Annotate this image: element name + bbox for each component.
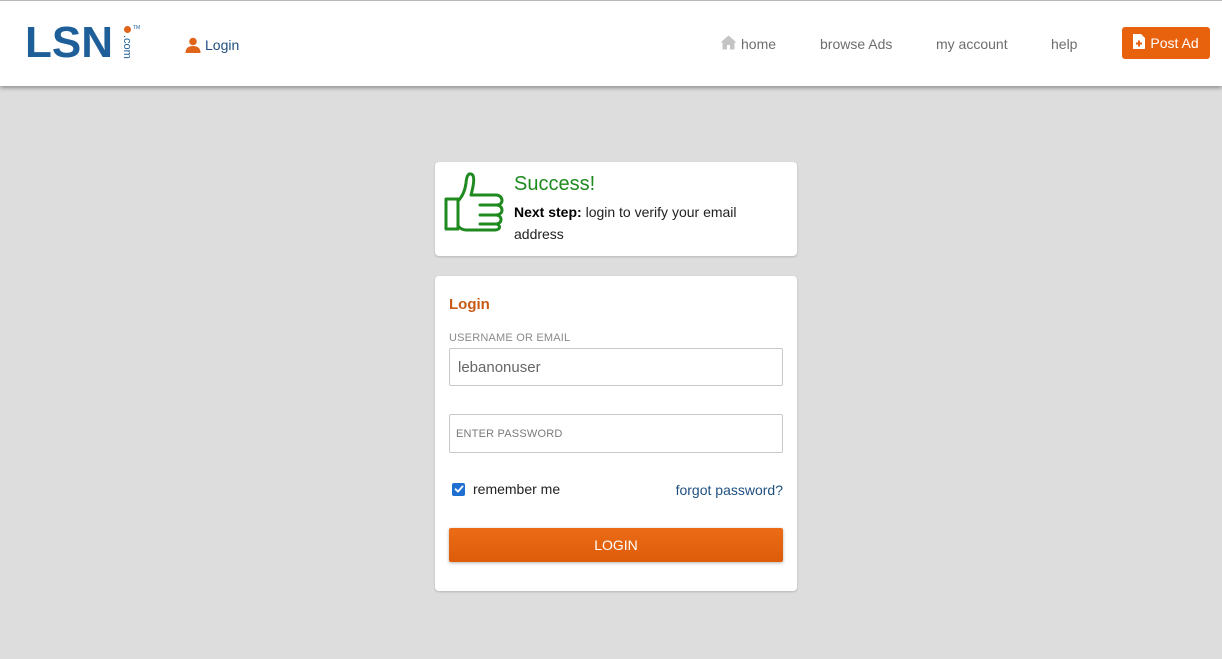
logo-text: LSN (25, 18, 113, 67)
success-card: Success! Next step: login to verify your… (435, 162, 797, 256)
login-heading: Login (449, 296, 490, 313)
post-ad-label: Post Ad (1150, 35, 1199, 51)
login-card: Login USERNAME OR EMAIL remember me forg… (435, 276, 797, 591)
header-login-label: Login (205, 37, 240, 53)
next-step-label: Next step: (514, 204, 582, 220)
nav-browse-ads[interactable]: browse Ads (820, 34, 892, 54)
success-message: Next step: login to verify your email ad… (514, 201, 784, 245)
success-title: Success! (514, 173, 596, 195)
nav-my-account[interactable]: my account (936, 34, 1008, 54)
remember-me-label: remember me (473, 481, 561, 497)
login-submit-button[interactable]: LOGIN (449, 528, 783, 562)
site-logo[interactable]: LSN .com TM (25, 19, 143, 67)
remember-me-toggle[interactable]: remember me (452, 481, 560, 497)
username-input[interactable] (449, 348, 783, 386)
checkmark-icon (454, 485, 463, 493)
file-plus-icon (1133, 34, 1146, 52)
logo-com-text: .com (121, 35, 133, 59)
logo-dot (124, 26, 131, 33)
thumbs-up-icon (444, 171, 506, 233)
header-login-link[interactable]: Login (185, 35, 239, 55)
remember-me-checkbox[interactable] (452, 482, 465, 496)
nav-home[interactable]: home (720, 34, 776, 54)
password-input[interactable] (449, 414, 783, 453)
username-label: USERNAME OR EMAIL (449, 332, 571, 344)
home-icon (720, 35, 737, 53)
user-icon (185, 37, 201, 53)
logo-trademark: TM (133, 25, 141, 31)
nav-home-label: home (741, 36, 777, 52)
nav-help[interactable]: help (1051, 34, 1077, 54)
forgot-password-link[interactable]: forgot password? (676, 482, 783, 498)
post-ad-button[interactable]: Post Ad (1122, 27, 1210, 59)
site-header: LSN .com TM Login home browse Ads my acc… (0, 0, 1222, 86)
